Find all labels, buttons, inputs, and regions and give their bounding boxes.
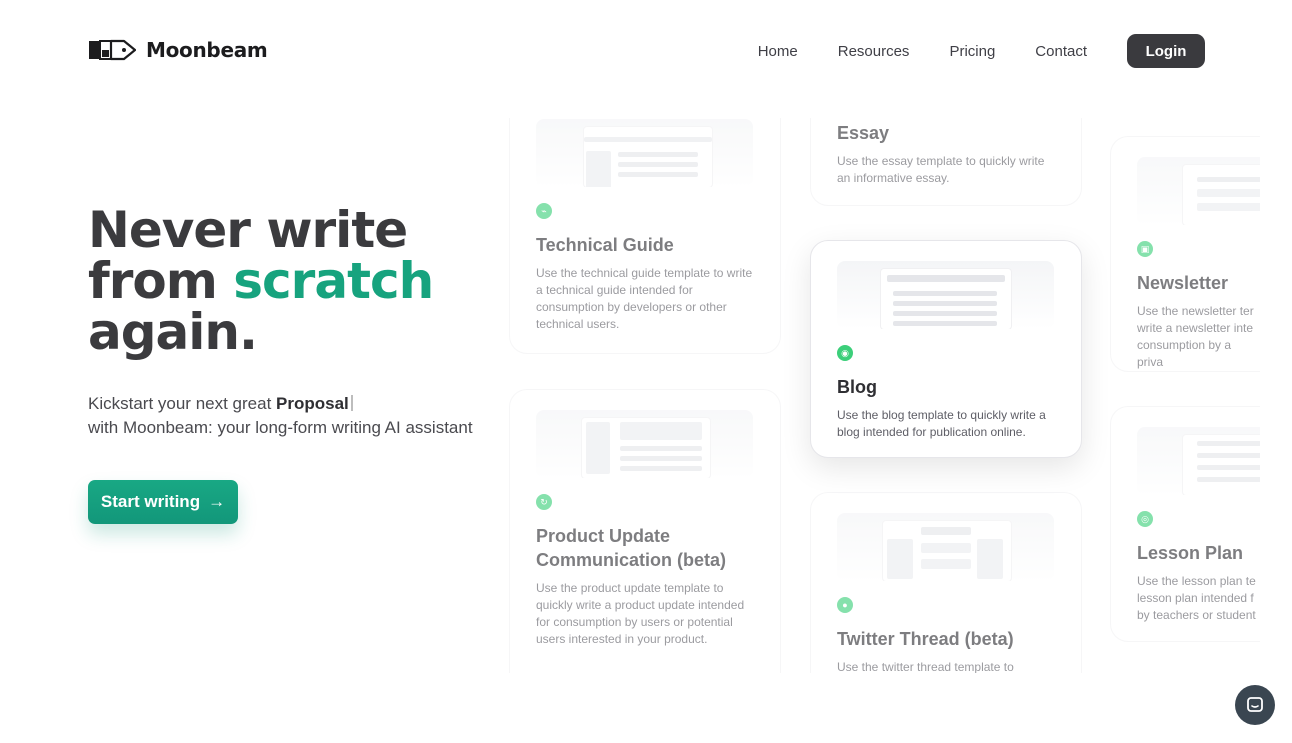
hero-title-line3: again. bbox=[88, 303, 258, 361]
template-title: Technical Guide bbox=[536, 235, 674, 255]
template-title: Lesson Plan bbox=[1137, 543, 1244, 563]
refresh-icon: ↻ bbox=[536, 494, 552, 510]
template-title: Blog bbox=[837, 377, 877, 397]
login-button[interactable]: Login bbox=[1127, 34, 1205, 68]
hero-sub-typed-word: Proposal bbox=[276, 394, 349, 413]
nav-home[interactable]: Home bbox=[758, 43, 798, 60]
hero-sub-prefix: Kickstart your next great bbox=[88, 394, 277, 413]
book-icon: ◎ bbox=[1137, 511, 1153, 527]
chat-icon: ● bbox=[837, 597, 853, 613]
template-thumbnail bbox=[1137, 157, 1260, 225]
template-title: Product Update Communication (beta) bbox=[536, 526, 727, 570]
hero-title: Never write from scratch again. bbox=[88, 205, 434, 361]
template-description: Use the lesson plan te lesson plan inten… bbox=[1137, 574, 1256, 622]
template-thumbnail bbox=[536, 410, 753, 478]
start-writing-label: Start writing bbox=[100, 492, 201, 511]
template-thumbnail bbox=[1137, 427, 1260, 495]
hero-subtitle: Kickstart your next great Proposal with … bbox=[88, 392, 473, 440]
main-nav: Home Resources Pricing Contact Login bbox=[758, 34, 1205, 68]
mail-icon: ▣ bbox=[1137, 241, 1153, 257]
template-thumbnail bbox=[536, 119, 753, 187]
template-description: Use the technical guide template to writ… bbox=[536, 266, 753, 331]
template-thumbnail bbox=[837, 261, 1054, 329]
template-description: Use the product update template to quick… bbox=[536, 581, 745, 646]
hero-title-accent: scratch bbox=[233, 252, 434, 310]
nav-contact[interactable]: Contact bbox=[1035, 43, 1087, 60]
template-card-twitter-thread[interactable]: ● Twitter Thread (beta) Use the twitter … bbox=[810, 492, 1082, 673]
template-card-product-update[interactable]: ↻ Product Update Communication (beta) Us… bbox=[509, 389, 781, 673]
template-title: Twitter Thread (beta) bbox=[837, 629, 1014, 649]
nav-resources[interactable]: Resources bbox=[838, 43, 910, 60]
template-card-essay[interactable]: Essay Use the essay template to quickly … bbox=[810, 118, 1082, 206]
typing-caret bbox=[350, 395, 353, 411]
template-card-blog[interactable]: ◉ Blog Use the blog template to quickly … bbox=[810, 240, 1082, 458]
hero-title-line2-prefix: from bbox=[88, 252, 234, 310]
rss-icon: ◉ bbox=[837, 345, 853, 361]
brand-logo[interactable]: Moonbeam bbox=[88, 38, 268, 62]
template-title: Essay bbox=[837, 123, 890, 143]
link-icon: ⌁ bbox=[536, 203, 552, 219]
brand-name: Moonbeam bbox=[146, 38, 268, 62]
template-title: Newsletter bbox=[1137, 273, 1229, 293]
template-description: Use the essay template to quickly write … bbox=[837, 154, 1045, 185]
chat-bubble-icon[interactable] bbox=[1235, 685, 1275, 725]
template-thumbnail bbox=[837, 513, 1054, 581]
hero-title-line1: Never write bbox=[88, 201, 408, 259]
template-showcase: ⌁ Technical Guide Use the technical guid… bbox=[500, 118, 1260, 673]
template-card-newsletter[interactable]: ▣ Newsletter Use the newsletter ter writ… bbox=[1110, 136, 1260, 372]
nav-pricing[interactable]: Pricing bbox=[949, 43, 995, 60]
template-card-lesson-plan[interactable]: ◎ Lesson Plan Use the lesson plan te les… bbox=[1110, 406, 1260, 642]
template-description: Use the newsletter ter write a newslette… bbox=[1137, 304, 1254, 369]
chat-bubble-glyph bbox=[1247, 697, 1263, 712]
pen-nib-logo-icon bbox=[89, 39, 136, 61]
arrow-right-icon: → bbox=[208, 492, 226, 511]
template-card-technical-guide[interactable]: ⌁ Technical Guide Use the technical guid… bbox=[509, 118, 781, 354]
template-description: Use the twitter thread template to bbox=[837, 660, 1014, 673]
hero-sub-line2: with Moonbeam: your long-form writing AI… bbox=[88, 418, 473, 437]
template-description: Use the blog template to quickly write a… bbox=[837, 408, 1046, 439]
start-writing-button[interactable]: Start writing → bbox=[88, 480, 238, 524]
